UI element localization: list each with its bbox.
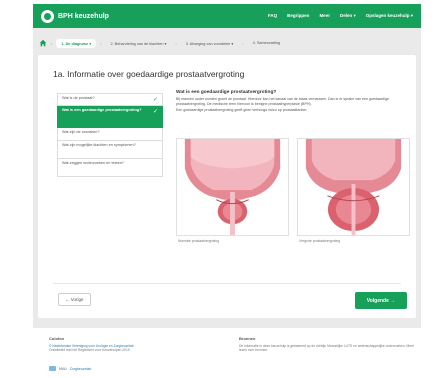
breadcrumb-step-1[interactable]: 1. De diagnose ▾ [56,38,97,48]
illustration-caption: Vergrote prostaatvergroting [299,239,341,243]
step-item-goedaardige-vergroting[interactable]: Wat is een goedaardige prostaatvergrotin… [57,106,163,128]
article-paragraph: Bij mannen ouder worden groeit de prosta… [176,97,389,106]
step-item-oorzaken[interactable]: Wat zijn de oorzaken? [57,128,163,141]
step-label: Wat zijn mogelijke klachten en symptomen… [62,143,136,147]
step-label: Wat zijn de oorzaken? [62,130,100,134]
check-icon: ✓ [152,109,158,115]
breadcrumb-separator: › [242,40,244,46]
breadcrumb-separator: › [175,40,177,46]
step-list: Wat is de prostaat? ✓ Wat is een goedaar… [57,93,163,177]
nav-link-meer[interactable]: Meer [319,13,330,19]
footer-colofon: Colofon © Nederlandse Vereniging voor Ur… [49,336,229,352]
article: Wat is een goedaardige prostaatvergrotin… [176,90,402,113]
article-paragraph: Een goedaardige prostaatvergroting geeft… [176,108,308,112]
step-item-onderzoeken[interactable]: Wat zeggen onderzoeken en testen? [57,159,163,177]
normal-prostate-illustration [176,138,289,236]
step-label: Wat is de prostaat? [62,96,95,100]
step-label: Wat zeggen onderzoeken en testen? [62,161,124,165]
breadcrumb-separator: › [100,40,102,46]
footer-heading: Colofon [49,336,65,341]
home-icon[interactable] [39,39,47,47]
top-navbar: BPH keuzehulp FAQ Begrippen Meer Delen ▾… [33,4,421,28]
footer-bronnen: Bronnen De informatie in deze keuzehulp … [239,336,419,352]
step-label: Wat is een goedaardige prostaatvergrotin… [62,108,142,112]
illustration-caption: Normale prostaatvergroting [178,239,220,243]
footer-logo-text: NVU [59,366,67,371]
next-button[interactable]: Volgende → [355,292,407,309]
step-item-klachten[interactable]: Wat zijn mogelijke klachten en symptomen… [57,141,163,159]
nav-link-begrippen[interactable]: Begrippen [287,13,309,19]
breadcrumb-step-3[interactable]: 3. Afweging van voordelen ▾ [181,39,239,48]
enlarged-prostate-illustration [297,138,410,236]
brand-mark-icon [41,9,54,23]
breadcrumb-step-4[interactable]: 4. Samenvatting [248,39,285,47]
footer-logo-link[interactable]: Zorgkeuzelab [70,367,92,371]
footer-text: Ontwikkeld met het Reglement voor Keuzeh… [49,348,130,353]
breadcrumb-step-2[interactable]: 2. Behandeling van de klachten ▾ [105,39,171,48]
card-divider [53,283,401,284]
nav-links: FAQ Begrippen Meer Delen ▾ Opslagen keuz… [268,13,413,19]
footer-heading: Bronnen [239,336,256,341]
footer-logo: NVU Zorgkeuzelab [49,366,91,371]
footer-text: De informatie in deze keuzehulp is gebas… [239,344,415,353]
brand-name: BPH keuzehulp [58,12,109,20]
brand-logo[interactable]: BPH keuzehulp [41,9,109,23]
previous-button[interactable]: ← Vorige [58,293,91,306]
article-heading: Wat is een goedaardige prostaatvergrotin… [176,90,277,95]
nvu-logo-icon [49,366,56,371]
nav-link-opslagen[interactable]: Opslagen keuzehulp ▾ [366,13,413,19]
check-icon: ✓ [152,97,158,103]
step-item-prostaat[interactable]: Wat is de prostaat? ✓ [57,93,163,106]
page-footer: Colofon © Nederlandse Vereniging voor Ur… [33,328,421,376]
breadcrumb: › 1. De diagnose ▾ › 2. Behandeling van … [39,36,415,50]
nav-link-faq[interactable]: FAQ [268,13,277,19]
nav-link-delen[interactable]: Delen ▾ [340,13,356,19]
page-title: 1a. Informatie over goedaardige prostaat… [53,69,245,79]
breadcrumb-separator: › [51,40,53,46]
